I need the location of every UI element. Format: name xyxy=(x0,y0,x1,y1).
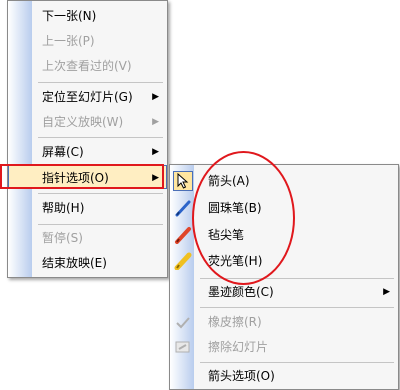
menu-item-label: 下一张(N) xyxy=(42,9,97,23)
submenu-arrow-icon: ▶ xyxy=(383,287,390,297)
menu-item-go-to-slide[interactable]: 定位至幻灯片(G) ▶ xyxy=(8,85,167,109)
menu-separator xyxy=(38,82,163,83)
menu-item-label: 上一张(P) xyxy=(42,34,95,48)
menu-item-end-show[interactable]: 结束放映(E) xyxy=(8,251,167,275)
annotation-highlight-ellipse xyxy=(192,151,295,285)
menu-item-label: 结束放映(E) xyxy=(42,256,107,270)
menu-separator xyxy=(38,137,163,138)
arrow-pointer-icon xyxy=(173,171,193,191)
menu-item-label: 擦除幻灯片 xyxy=(208,340,269,354)
menu-separator xyxy=(38,224,163,225)
highlighter-icon xyxy=(173,251,193,271)
menu-item-last-viewed[interactable]: 上次查看过的(V) xyxy=(8,54,167,78)
menu-separator xyxy=(38,193,163,194)
menu-item-next[interactable]: 下一张(N) xyxy=(8,4,167,28)
menu-item-previous[interactable]: 上一张(P) xyxy=(8,29,167,53)
submenu-arrow-icon: ▶ xyxy=(152,117,159,127)
menu-item-label: 橡皮擦(R) xyxy=(208,315,262,329)
submenu-arrow-icon: ▶ xyxy=(152,147,159,157)
menu-item-screen[interactable]: 屏幕(C) ▶ xyxy=(8,140,167,164)
menu-separator xyxy=(200,307,394,308)
menu-item-pause[interactable]: 暂停(S) xyxy=(8,226,167,250)
menu-item-ink-color[interactable]: 墨迹颜色(C) ▶ xyxy=(170,280,398,304)
menu-item-arrow-options[interactable]: 箭头选项(O) xyxy=(170,364,398,388)
menu-item-erase-slide[interactable]: 擦除幻灯片 xyxy=(170,335,398,359)
menu-item-label: 屏幕(C) xyxy=(42,145,84,159)
menu-item-help[interactable]: 帮助(H) xyxy=(8,196,167,220)
erase-slide-icon xyxy=(173,337,193,357)
felt-tip-pen-icon xyxy=(173,225,193,245)
menu-item-label: 帮助(H) xyxy=(42,201,85,215)
eraser-icon xyxy=(173,312,193,332)
submenu-arrow-icon: ▶ xyxy=(152,92,159,102)
menu-item-eraser[interactable]: 橡皮擦(R) xyxy=(170,310,398,334)
menu-item-label: 上次查看过的(V) xyxy=(42,59,132,73)
menu-item-custom-show[interactable]: 自定义放映(W) ▶ xyxy=(8,110,167,134)
annotation-highlight-box xyxy=(0,164,164,189)
menu-item-label: 暂停(S) xyxy=(42,231,83,245)
menu-item-label: 箭头选项(O) xyxy=(208,369,275,383)
menu-separator xyxy=(200,362,394,363)
menu-item-label: 定位至幻灯片(G) xyxy=(42,90,133,104)
context-menu-main: 下一张(N) 上一张(P) 上次查看过的(V) 定位至幻灯片(G) ▶ 自定义放… xyxy=(7,0,168,278)
ballpoint-pen-icon xyxy=(173,198,193,218)
menu-item-label: 自定义放映(W) xyxy=(42,115,124,129)
